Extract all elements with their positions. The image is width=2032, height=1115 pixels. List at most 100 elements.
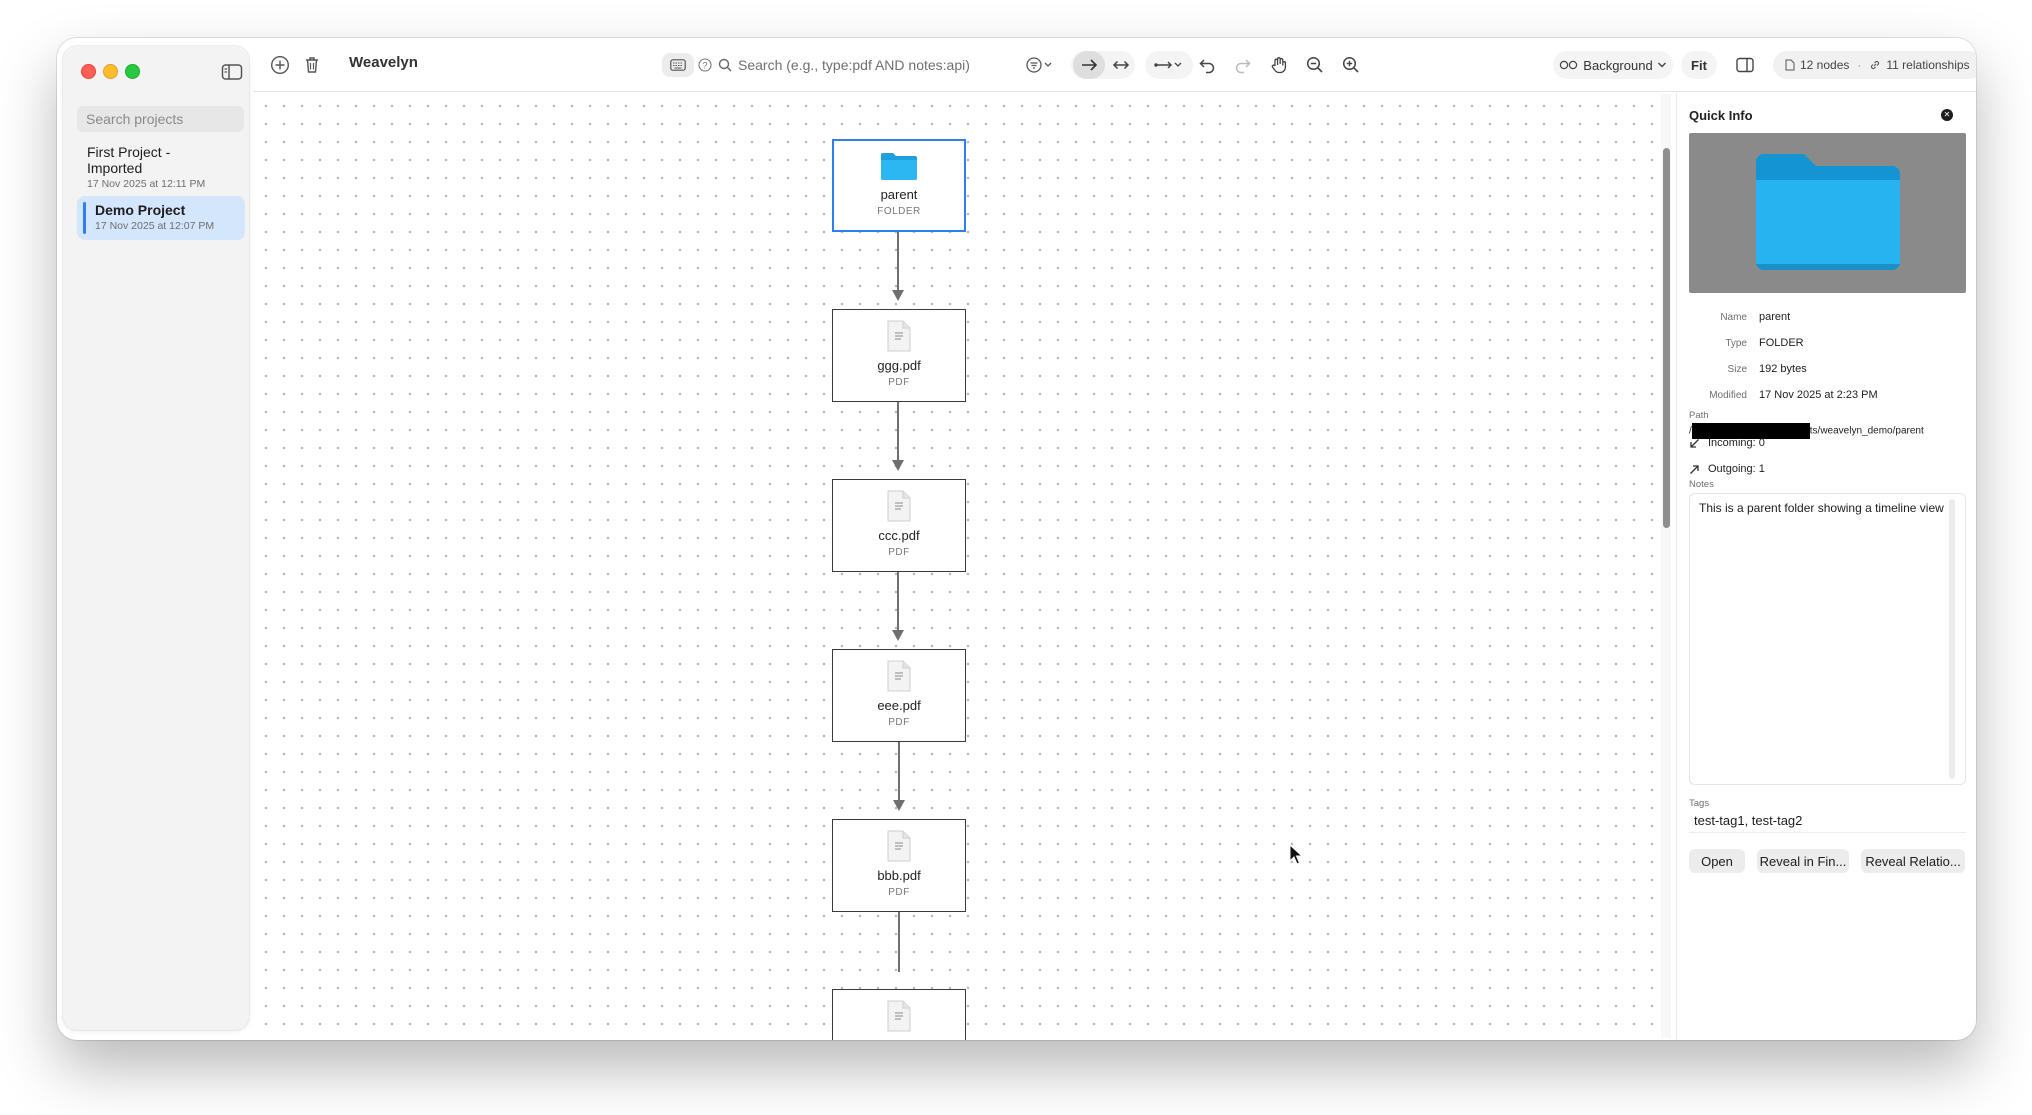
trash-icon: [306, 57, 318, 73]
graph-node-file[interactable]: ccc.pdf PDF: [832, 479, 966, 572]
close-panel-button[interactable]: ✕: [1941, 109, 1953, 121]
background-menu-button[interactable]: Background: [1553, 51, 1673, 79]
edge-arrowhead: [892, 290, 904, 301]
fit-label: Fit: [1691, 57, 1707, 73]
meta-value: 17 Nov 2025 at 2:23 PM: [1759, 389, 1878, 401]
outgoing-count: Outgoing: 1: [1708, 463, 1765, 475]
edge-line[interactable]: [897, 402, 899, 462]
node-type: PDF: [888, 377, 910, 388]
tags-input[interactable]: [1689, 809, 1966, 833]
edge-line[interactable]: [897, 232, 899, 292]
path-suffix: ts/weavelyn_demo/parent: [1809, 425, 1924, 437]
quick-info-panel: Quick Info ✕ Name parent Type FOLDER Siz…: [1676, 93, 1976, 1040]
folder-icon: [1755, 154, 1900, 270]
search-icon: [718, 58, 732, 72]
reveal-in-finder-button[interactable]: Reveal in Fin...: [1757, 849, 1849, 873]
help-icon[interactable]: ?: [698, 58, 712, 72]
delete-button[interactable]: [298, 51, 326, 79]
stats-separator: ·: [1857, 58, 1862, 72]
notes-textarea[interactable]: [1689, 493, 1966, 785]
meta-label: Modified: [1709, 390, 1747, 401]
graph-node-file[interactable]: eee.pdf PDF: [832, 649, 966, 742]
svg-text:?: ?: [702, 60, 707, 70]
close-window-button[interactable]: [81, 64, 96, 79]
meta-name-row: Name parent: [1689, 311, 1969, 323]
project-date: 17 Nov 2025 at 12:11 PM: [87, 178, 206, 190]
zoom-out-button[interactable]: [1301, 51, 1329, 79]
direction-bidirectional-button[interactable]: [1107, 51, 1135, 79]
add-node-button[interactable]: [266, 51, 294, 79]
meta-value: 192 bytes: [1759, 363, 1807, 375]
graph-node-file-partial[interactable]: [832, 989, 966, 1040]
edge-line[interactable]: [897, 572, 899, 632]
filter-menu-button[interactable]: [1021, 51, 1057, 79]
keyboard-shortcuts-button[interactable]: [662, 53, 694, 77]
project-name: First Project - Imported: [87, 144, 171, 176]
notes-label: Notes: [1689, 479, 1714, 490]
toolbar: Weavelyn ? Search (e.g., type:pdf AND no…: [253, 38, 1976, 92]
close-icon: ✕: [1943, 110, 1951, 119]
incoming-count: Incoming: 0: [1708, 437, 1765, 449]
graph-node-folder[interactable]: parent FOLDER: [832, 139, 966, 232]
project-name: Demo Project: [95, 202, 186, 218]
pdf-document-icon: [887, 320, 911, 352]
redo-button[interactable]: [1229, 51, 1257, 79]
zoom-in-button[interactable]: [1337, 51, 1365, 79]
node-name: ccc.pdf: [878, 528, 920, 543]
open-button[interactable]: Open: [1689, 849, 1745, 873]
pdf-document-icon: [887, 660, 911, 692]
undo-button[interactable]: [1193, 51, 1221, 79]
search-projects-input[interactable]: [77, 106, 244, 132]
sidebar-toggle-icon[interactable]: [221, 63, 243, 81]
node-name: parent: [880, 187, 918, 202]
fit-button[interactable]: Fit: [1681, 51, 1717, 79]
zoom-in-icon: [1342, 56, 1359, 73]
notes-scrollbar[interactable]: [1949, 499, 1955, 779]
canvas-scrollbar-thumb[interactable]: [1663, 148, 1670, 528]
toggle-inspector-button[interactable]: [1731, 51, 1759, 79]
project-item[interactable]: First Project - Imported 17 Nov 2025 at …: [77, 138, 245, 196]
pdf-document-icon: [887, 1000, 911, 1032]
arrow-right-icon: [1082, 59, 1098, 71]
search-input[interactable]: [738, 57, 1008, 73]
redo-icon: [1235, 59, 1251, 74]
node-name: ggg.pdf: [877, 358, 921, 373]
node-name: bbb.pdf: [877, 868, 921, 883]
link-icon: [1871, 60, 1880, 70]
pdf-document-icon: [887, 490, 911, 522]
app-title: Weavelyn: [349, 54, 418, 71]
background-pattern-icon: [1560, 60, 1578, 70]
zoom-window-button[interactable]: [125, 64, 140, 79]
direction-forward-button[interactable]: [1073, 51, 1105, 79]
pdf-document-icon: [887, 830, 911, 862]
tags-label: Tags: [1689, 798, 1710, 809]
graph-canvas[interactable]: parent FOLDER ggg.pdf PDF ccc.pdf PDF ee…: [253, 93, 1671, 1040]
pan-tool-button[interactable]: [1265, 51, 1293, 79]
hand-icon: [1271, 57, 1287, 74]
relationships-count: 11 relationships: [1886, 58, 1970, 72]
edge-style-button[interactable]: [1151, 51, 1187, 79]
minimize-window-button[interactable]: [103, 64, 118, 79]
edge-line[interactable]: [898, 912, 900, 972]
project-item-selected[interactable]: Demo Project 17 Nov 2025 at 12:07 PM: [77, 196, 245, 240]
edge-arrowhead: [892, 460, 904, 471]
graph-node-file[interactable]: ggg.pdf PDF: [832, 309, 966, 402]
node-type: PDF: [888, 547, 910, 558]
search-field[interactable]: ?: [698, 52, 1018, 78]
filter-icon: [1026, 57, 1052, 73]
document-icon: [1785, 59, 1795, 71]
incoming-row: Incoming: 0: [1689, 437, 1765, 449]
graph-node-file[interactable]: bbb.pdf PDF: [832, 819, 966, 912]
graph-stats: 12 nodes · 11 relationships: [1773, 51, 1976, 79]
meta-value: FOLDER: [1759, 337, 1804, 349]
mouse-cursor-icon: [1289, 844, 1303, 865]
meta-label: Type: [1725, 338, 1747, 349]
edge-line[interactable]: [898, 742, 900, 802]
arrow-up-right-icon: [1690, 464, 1699, 474]
meta-label: Name: [1720, 312, 1747, 323]
reveal-relations-button[interactable]: Reveal Relatio...: [1861, 849, 1965, 873]
path-label: Path: [1689, 410, 1709, 421]
edge-arrowhead: [893, 800, 905, 811]
node-name: eee.pdf: [877, 698, 921, 713]
outgoing-row: Outgoing: 1: [1689, 463, 1765, 475]
